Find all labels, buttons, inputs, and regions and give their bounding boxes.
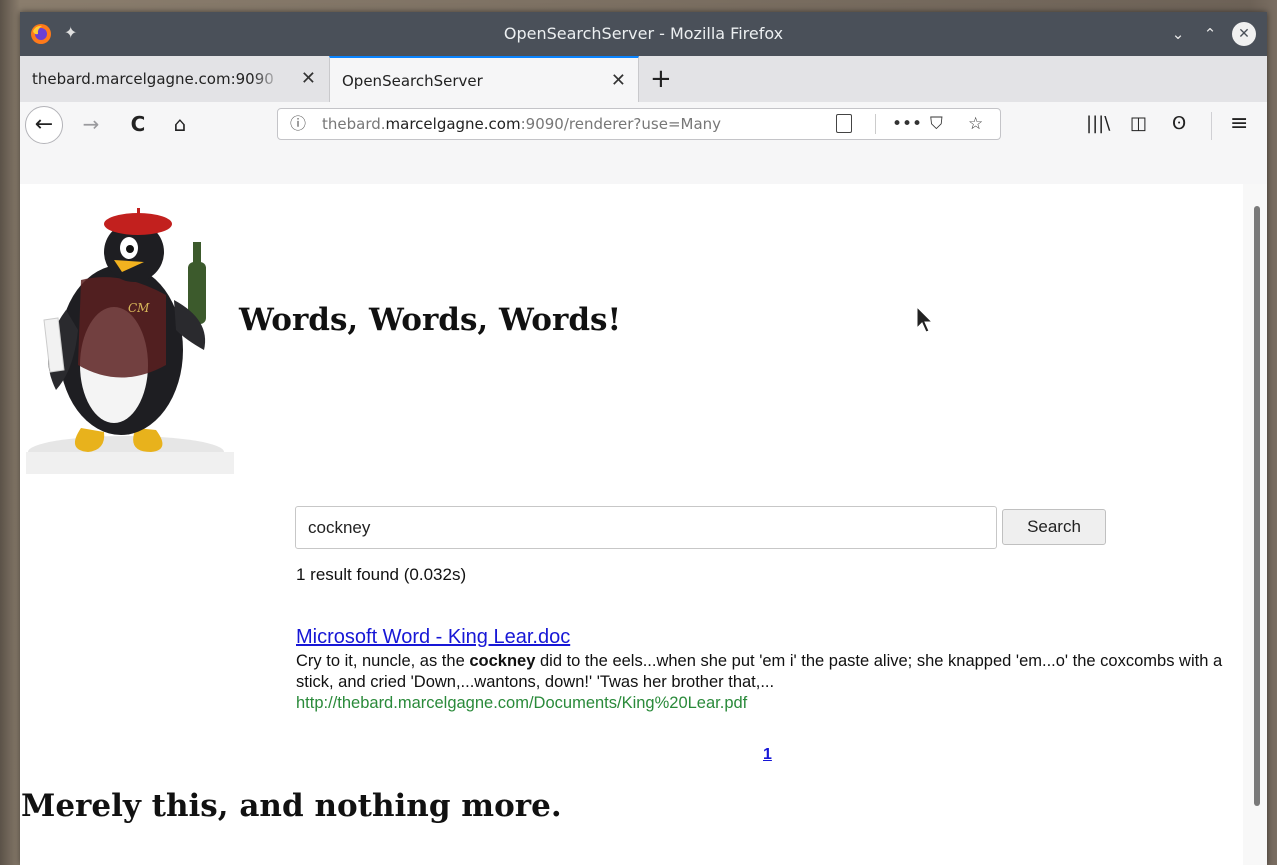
page-footer-text: Merely this, and nothing more. bbox=[21, 788, 562, 824]
navigation-toolbar: ← → C ⌂ ⓘ thebard.marcelgagne.com:9090/r… bbox=[20, 102, 1267, 146]
svg-text:CM: CM bbox=[128, 301, 150, 315]
search-button[interactable]: Search bbox=[1002, 509, 1106, 545]
site-info-icon[interactable]: ⓘ bbox=[290, 109, 306, 139]
forward-button[interactable]: → bbox=[77, 110, 105, 138]
result-snippet: Cry to it, nuncle, as the cockney did to… bbox=[296, 651, 1246, 693]
page-headline: Words, Words, Words! bbox=[239, 302, 622, 338]
result-title-link[interactable]: Microsoft Word - King Lear.doc bbox=[296, 626, 570, 649]
library-icon[interactable]: |||\ bbox=[1086, 110, 1110, 138]
scrollbar-track[interactable] bbox=[1243, 184, 1267, 865]
url-suffix: :9090/renderer?use=Many bbox=[520, 115, 722, 133]
scrollbar-thumb[interactable] bbox=[1254, 206, 1260, 806]
tab-label-fade bbox=[252, 56, 282, 102]
pocket-icon[interactable]: ⛉ bbox=[930, 109, 943, 139]
browser-window: ✦ OpenSearchServer - Mozilla Firefox ⌄ ⌃… bbox=[20, 12, 1267, 865]
url-domain: marcelgagne.com bbox=[385, 115, 521, 133]
result-count: 1 result found (0.032s) bbox=[296, 565, 467, 584]
new-tab-button[interactable]: + bbox=[650, 56, 672, 102]
tab-close-icon[interactable]: ✕ bbox=[301, 56, 316, 102]
maximize-button[interactable]: ⌃ bbox=[1198, 22, 1222, 46]
snippet-highlight: cockney bbox=[469, 652, 536, 670]
title-bar: ✦ OpenSearchServer - Mozilla Firefox ⌄ ⌃… bbox=[20, 12, 1267, 56]
reader-view-icon[interactable] bbox=[836, 114, 852, 133]
toolbar-spacer bbox=[20, 146, 1267, 185]
toolbar-separator bbox=[1211, 112, 1212, 140]
pagination-page-1[interactable]: 1 bbox=[763, 746, 772, 764]
penguin-mascot-image: CM bbox=[26, 208, 234, 474]
urlbar-separator bbox=[875, 114, 876, 134]
home-button[interactable]: ⌂ bbox=[166, 110, 194, 138]
result-url: http://thebard.marcelgagne.com/Documents… bbox=[296, 694, 748, 712]
minimize-button[interactable]: ⌄ bbox=[1166, 22, 1190, 46]
tab-label: thebard.marcelgagne.com:9090 bbox=[32, 70, 274, 88]
search-result: Microsoft Word - King Lear.doc Cry to it… bbox=[296, 626, 1246, 714]
close-window-button[interactable]: ✕ bbox=[1232, 22, 1256, 46]
tab-close-icon[interactable]: ✕ bbox=[611, 58, 626, 104]
url-text[interactable]: thebard.marcelgagne.com:9090/renderer?us… bbox=[322, 109, 802, 139]
search-input[interactable] bbox=[295, 506, 997, 549]
sidebar-icon[interactable]: ◫ bbox=[1130, 110, 1147, 138]
bookmark-star-icon[interactable]: ☆ bbox=[968, 109, 983, 139]
page-content: CM Words, Words, Words! Search 1 result … bbox=[20, 184, 1267, 865]
tab-opensearchserver[interactable]: OpenSearchServer ✕ bbox=[329, 56, 639, 102]
snippet-text: Cry to it, nuncle, as the bbox=[296, 652, 470, 670]
tab-thebard[interactable]: thebard.marcelgagne.com:9090 ✕ bbox=[20, 56, 328, 102]
url-prefix: thebard. bbox=[322, 115, 386, 133]
reload-button[interactable]: C bbox=[124, 110, 152, 138]
page-actions-icon[interactable]: ••• bbox=[892, 109, 922, 139]
tab-strip: thebard.marcelgagne.com:9090 ✕ OpenSearc… bbox=[20, 56, 1267, 103]
url-bar[interactable]: ⓘ thebard.marcelgagne.com:9090/renderer?… bbox=[277, 108, 1001, 140]
tab-label: OpenSearchServer bbox=[342, 72, 483, 90]
menu-icon[interactable]: ≡ bbox=[1230, 110, 1248, 138]
mouse-cursor-icon bbox=[916, 306, 934, 333]
back-button[interactable]: ← bbox=[25, 106, 63, 144]
window-title: OpenSearchServer - Mozilla Firefox bbox=[503, 24, 784, 43]
account-icon[interactable]: ʘ bbox=[1172, 110, 1186, 138]
